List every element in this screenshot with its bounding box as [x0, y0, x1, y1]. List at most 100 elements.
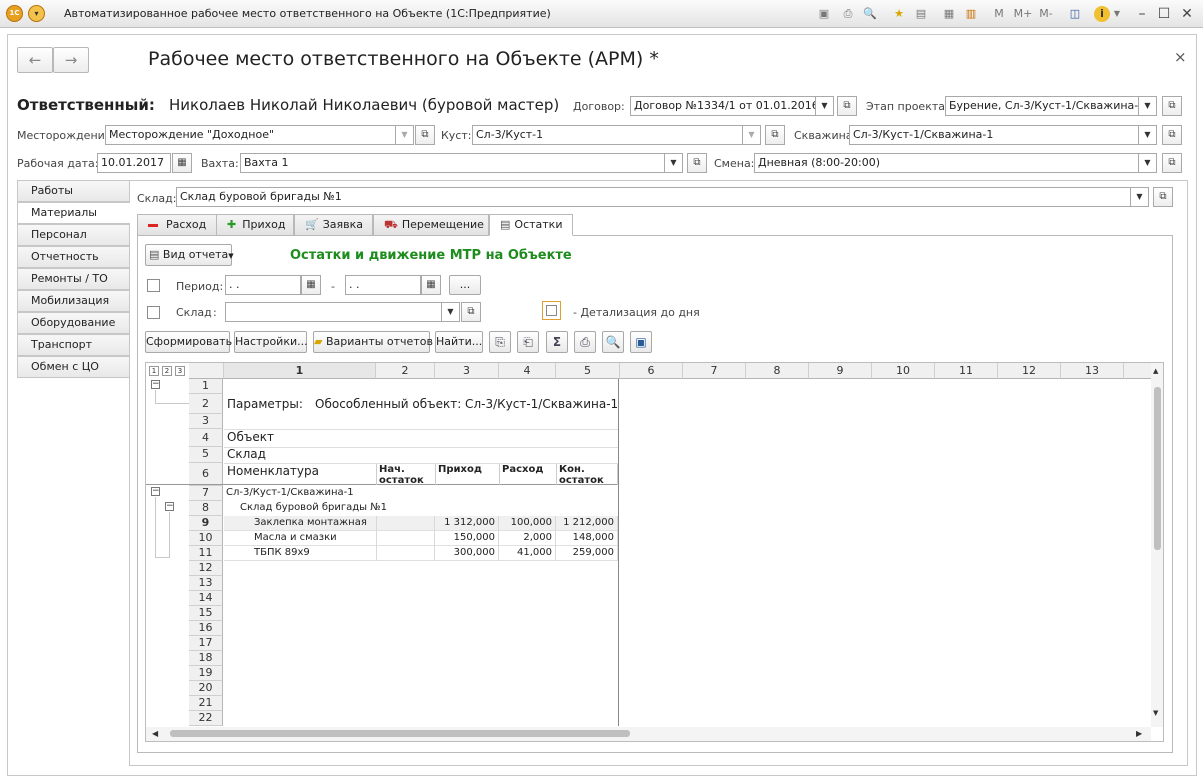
oilfield-field[interactable]: Месторождение "Доходное"	[105, 125, 396, 145]
row-header[interactable]: 11	[189, 546, 223, 561]
collapse-icon[interactable]: −	[151, 380, 160, 389]
column-header[interactable]: 12	[998, 363, 1061, 379]
tab-balances[interactable]: ▤ Остатки	[489, 214, 573, 236]
print-report-icon[interactable]: ⎙	[574, 331, 596, 353]
m-button[interactable]: M	[992, 6, 1006, 22]
sidebar-item-repairs[interactable]: Ремонты / ТО	[17, 268, 130, 290]
column-header[interactable]: 8	[746, 363, 809, 379]
shift-field[interactable]: Вахта 1	[240, 153, 665, 173]
save-report-icon[interactable]: ▣	[630, 331, 652, 353]
group-level-1[interactable]: 1	[149, 366, 159, 376]
row-header[interactable]: 16	[189, 621, 223, 636]
column-header[interactable]: 4	[499, 363, 556, 379]
history-icon[interactable]: ▤	[913, 6, 929, 22]
period-from-field[interactable]: . .	[225, 275, 301, 295]
contract-dropdown-icon[interactable]: ▼	[816, 96, 834, 116]
warehouse-dropdown-icon[interactable]: ▼	[1131, 187, 1149, 207]
group-level-3[interactable]: 3	[175, 366, 185, 376]
tab-income[interactable]: ✚ Приход	[216, 214, 294, 236]
row-header[interactable]: 20	[189, 681, 223, 696]
bush-dropdown-icon[interactable]: ▼	[743, 125, 761, 145]
sidebar-item-transport[interactable]: Транспорт	[17, 334, 130, 356]
tab-request[interactable]: 🛒 Заявка	[294, 214, 373, 236]
horizontal-scrollbar[interactable]: ◀ ▶	[146, 727, 1151, 741]
row-header[interactable]: 21	[189, 696, 223, 711]
scroll-up-icon[interactable]: ▲	[1153, 367, 1158, 375]
row-header[interactable]: 22	[189, 711, 223, 726]
row-header[interactable]: 2	[189, 394, 223, 414]
collapse-icon[interactable]: −	[165, 502, 174, 511]
m-minus-button[interactable]: M-	[1036, 6, 1056, 22]
column-header[interactable]: 2	[376, 363, 435, 379]
warehouse-open-icon[interactable]: ⧉	[1153, 187, 1173, 207]
close-window-button[interactable]: ✕	[1177, 4, 1197, 24]
bush-field[interactable]: Сл-3/Куст-1	[472, 125, 743, 145]
smena-open-icon[interactable]: ⧉	[1162, 153, 1182, 173]
well-open-icon[interactable]: ⧉	[1162, 125, 1182, 145]
period-to-field[interactable]: . .	[345, 275, 421, 295]
row-header[interactable]: 6	[189, 463, 223, 486]
sidebar-item-mobilization[interactable]: Мобилизация	[17, 290, 130, 312]
row-header[interactable]: 7	[189, 486, 223, 501]
minimize-button[interactable]: –	[1132, 4, 1152, 24]
period-checkbox[interactable]	[147, 279, 160, 292]
info-dropdown-icon[interactable]: ▼	[1112, 6, 1122, 22]
calculator-icon[interactable]: ▦	[941, 6, 957, 22]
stage-open-icon[interactable]: ⧉	[1162, 96, 1182, 116]
bush-open-icon[interactable]: ⧉	[765, 125, 785, 145]
stage-field[interactable]: Бурение, Сл-3/Куст-1/Скважина-1,	[945, 96, 1139, 116]
row-header[interactable]: 12	[189, 561, 223, 576]
table-row[interactable]: Масла и смазки 150,000 2,000 148,000	[224, 531, 618, 546]
panels-icon[interactable]: ◫	[1067, 6, 1083, 22]
report-spreadsheet[interactable]: 1 2 3 1 2 3 4 5 6 7 8 9 10 11 12 13 1 2 …	[145, 362, 1164, 742]
stage-dropdown-icon[interactable]: ▼	[1139, 96, 1157, 116]
well-dropdown-icon[interactable]: ▼	[1139, 125, 1157, 145]
row-header[interactable]: 14	[189, 591, 223, 606]
warehouse-filter-field[interactable]	[225, 302, 442, 322]
sidebar-item-personnel[interactable]: Персонал	[17, 224, 130, 246]
variants-button[interactable]: ▰ Варианты отчетов	[313, 331, 433, 353]
scroll-down-icon[interactable]: ▼	[1153, 709, 1158, 717]
back-button[interactable]: ←	[17, 47, 53, 73]
paste-icon[interactable]: ⎗	[517, 331, 539, 353]
close-form-button[interactable]: ×	[1174, 48, 1187, 66]
period-select-button[interactable]: ...	[449, 275, 481, 295]
sum-icon[interactable]: Σ	[546, 331, 568, 353]
row-header[interactable]: 4	[189, 429, 223, 447]
warehouse-filter-open-icon[interactable]: ⧉	[461, 302, 481, 322]
app-menu-icon[interactable]: ▾	[28, 5, 45, 22]
row-header[interactable]: 9	[189, 516, 223, 531]
oilfield-open-icon[interactable]: ⧉	[415, 125, 435, 145]
column-header[interactable]: 1	[224, 363, 376, 379]
sidebar-item-exchange[interactable]: Обмен с ЦО	[17, 356, 130, 378]
preview-icon[interactable]: 🔍	[862, 6, 878, 22]
shift-open-icon[interactable]: ⧉	[687, 153, 707, 173]
favorites-icon[interactable]: ★	[891, 6, 907, 22]
save-icon[interactable]: ▣	[816, 6, 832, 22]
settings-button[interactable]: Настройки...	[234, 331, 308, 353]
sidebar-item-reports[interactable]: Отчетность	[17, 246, 130, 268]
report-variant-button[interactable]: ▤ Вид отчета▼	[145, 244, 234, 266]
column-header[interactable]: 10	[872, 363, 935, 379]
row-header[interactable]: 3	[189, 414, 223, 429]
column-header[interactable]: 6	[620, 363, 683, 379]
copy-icon[interactable]: ⎘	[489, 331, 511, 353]
generate-button[interactable]: Сформировать	[145, 331, 232, 353]
sidebar-item-materials[interactable]: Материалы	[17, 202, 130, 224]
row-header[interactable]: 1	[189, 379, 223, 394]
column-header[interactable]: 7	[683, 363, 746, 379]
row-header[interactable]: 19	[189, 666, 223, 681]
print-preview-icon[interactable]: 🔍	[602, 331, 624, 353]
warehouse-filter-dropdown-icon[interactable]: ▼	[442, 302, 460, 322]
find-button[interactable]: Найти...	[435, 331, 483, 353]
contract-field[interactable]: Договор №1334/1 от 01.01.2016	[630, 96, 816, 116]
m-plus-button[interactable]: M+	[1012, 6, 1034, 22]
scroll-right-icon[interactable]: ▶	[1136, 729, 1142, 738]
detail-checkbox[interactable]	[542, 301, 561, 320]
row-header[interactable]: 13	[189, 576, 223, 591]
collapse-icon[interactable]: −	[151, 487, 160, 496]
well-field[interactable]: Сл-3/Куст-1/Скважина-1	[849, 125, 1139, 145]
row-header[interactable]: 8	[189, 501, 223, 516]
smena-field[interactable]: Дневная (8:00-20:00)	[754, 153, 1139, 173]
warehouse-field[interactable]: Склад буровой бригады №1	[176, 187, 1131, 207]
